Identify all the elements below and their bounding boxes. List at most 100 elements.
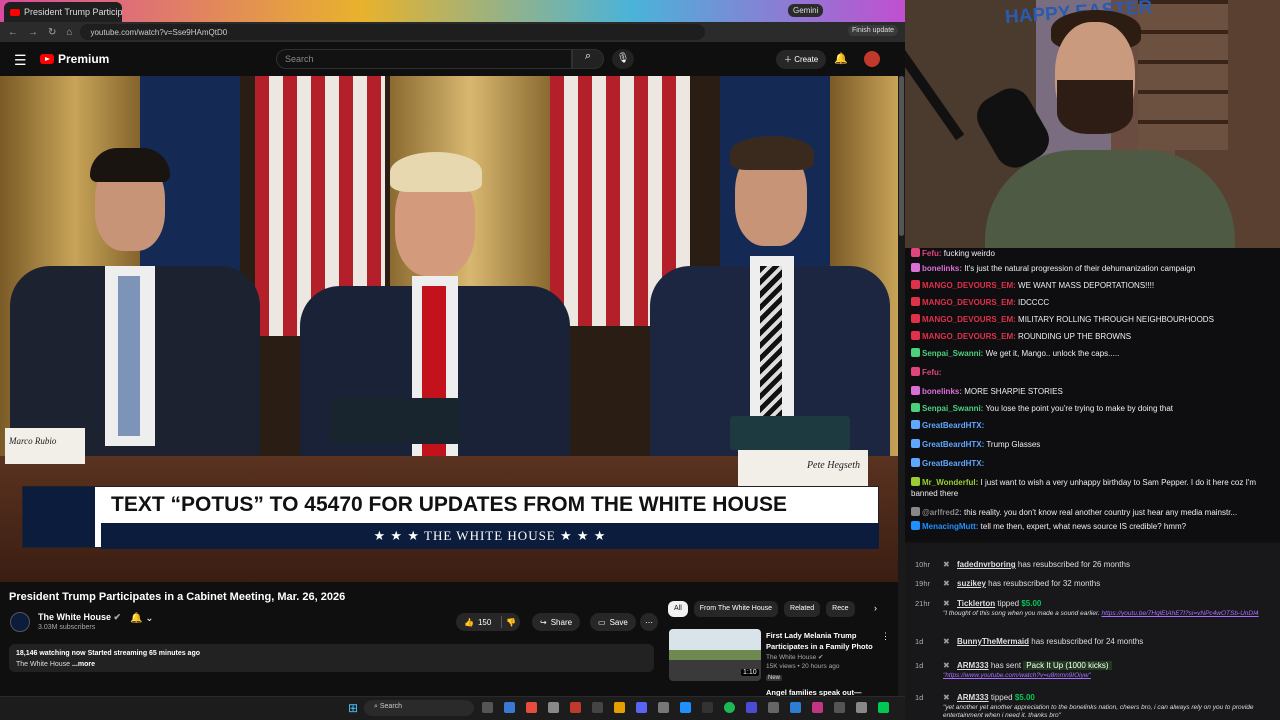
account-avatar[interactable] (864, 51, 880, 67)
chip-related[interactable]: Related (784, 601, 821, 617)
hamburger-menu-icon[interactable]: ☰ (14, 52, 27, 69)
chat-text: IDCCCC (1018, 298, 1050, 307)
chat-username[interactable]: Senpai_Swanni: (922, 404, 983, 413)
event-username[interactable]: Ticklerton (957, 599, 995, 608)
app-icon[interactable] (548, 702, 559, 713)
chat-username[interactable]: MANGO_DEVOURS_EM: (922, 298, 1016, 307)
more-actions-button[interactable]: ⋯ (640, 613, 658, 631)
more-icon: ⋯ (645, 617, 653, 627)
chevron-down-icon: ⌄ (145, 613, 154, 624)
app-icon[interactable] (658, 702, 669, 713)
chat-username[interactable]: Fefu: (922, 368, 942, 377)
event-link[interactable]: https://youtu.be/7HqlEtAhE7I?si=vNPc4wOT… (1102, 610, 1259, 617)
chip-recent[interactable]: Rece (826, 601, 855, 617)
notifications-bell-icon[interactable]: 🔔 (834, 52, 848, 65)
chat-username[interactable]: bonelinks: (922, 264, 962, 273)
chat-message: bonelinks: MORE SHARPIE STORIES (911, 386, 1063, 397)
chat-message: Fefu: fucking weirdo (911, 248, 995, 259)
lower-third-banner: TEXT “POTUS” TO 45470 FOR UPDATES FROM T… (22, 486, 879, 549)
description-box[interactable]: 18,146 watching now Started streaming 65… (9, 644, 654, 672)
scrollbar-thumb[interactable] (899, 76, 904, 236)
obs-icon[interactable] (570, 702, 581, 713)
chat-username[interactable]: GreatBeardHTX: (922, 421, 984, 430)
finish-update-button[interactable]: Finish update (848, 25, 899, 36)
channel-avatar[interactable] (10, 612, 30, 632)
tip-amount: $5.00 (1014, 693, 1035, 702)
chat-username[interactable]: bonelinks: (922, 387, 962, 396)
chat-username[interactable]: GreatBeardHTX: (922, 459, 984, 468)
taskbar-search-label: Search (379, 703, 403, 710)
chat-username[interactable]: @arlfred2: (922, 508, 962, 517)
chat-username[interactable]: GreatBeardHTX: (922, 440, 984, 449)
edge-icon[interactable] (504, 702, 515, 713)
webcam-overlay: HAPPY EASTER (905, 0, 1280, 248)
event-link[interactable]: "https://www.youtube.com/watch?v=u8mmn9I… (943, 672, 1091, 679)
chrome-icon[interactable] (526, 702, 537, 713)
app-icon[interactable] (878, 702, 889, 713)
recommendation-title[interactable]: First Lady Melania Trump Participates in… (766, 630, 881, 652)
task-view-icon[interactable] (482, 702, 493, 713)
create-button[interactable]: ＋ Create (776, 50, 827, 69)
video-duration: 1:10 (741, 669, 759, 676)
gemini-button[interactable]: Gemini (788, 4, 824, 17)
channel-name[interactable]: The White House ✔ (38, 612, 121, 623)
page-scrollbar[interactable] (898, 76, 905, 696)
spotify-icon[interactable] (724, 702, 735, 713)
app-icon[interactable] (834, 702, 845, 713)
reload-icon[interactable]: ↻ (48, 27, 56, 38)
event-username[interactable]: ARM333 (957, 693, 989, 702)
forward-icon[interactable]: → (28, 27, 38, 38)
event-username[interactable]: suzikey (957, 579, 986, 588)
event-text: has resubscribed for 32 months (988, 579, 1101, 588)
url-field[interactable]: youtube.com/watch?v=Sse9HAmQtD0 (80, 24, 705, 40)
app-icon[interactable] (592, 702, 603, 713)
app-icon[interactable] (812, 702, 823, 713)
save-button[interactable]: ▭ Save (590, 613, 636, 631)
chat-badge-icon (911, 420, 920, 429)
microphone-icon[interactable]: 🎙 (612, 49, 634, 69)
recommendation-channel-text: The White House (766, 654, 817, 661)
thumbs-down-icon[interactable]: 👎 (506, 618, 516, 627)
chat-username[interactable]: MANGO_DEVOURS_EM: (922, 332, 1016, 341)
youtube-logo[interactable]: Premium (40, 52, 109, 66)
chevron-right-icon[interactable]: › (874, 603, 877, 613)
chat-username[interactable]: MenacingMutt: (922, 522, 978, 531)
home-icon[interactable]: ⌂ (66, 27, 72, 38)
chip-from-channel[interactable]: From The White House (693, 601, 779, 617)
search-button[interactable]: ⌕ (572, 49, 604, 69)
app-icon[interactable] (702, 702, 713, 713)
event-username[interactable]: BunnyTheMermaid (957, 637, 1029, 646)
recommendation-chips: All From The White House Related Rece (668, 601, 855, 617)
browser-tab[interactable]: President Trump Participat✕ (4, 2, 122, 22)
event-text: tipped (997, 599, 1020, 608)
chat-badge-icon (911, 439, 920, 448)
event-text: tipped (990, 693, 1013, 702)
chat-badge-icon (911, 314, 920, 323)
event-username[interactable]: ARM333 (957, 661, 989, 670)
subscribe-bell-button[interactable]: 🔔 ⌄ (130, 613, 170, 631)
chat-username[interactable]: Senpai_Swanni: (922, 349, 983, 358)
chip-all[interactable]: All (668, 601, 688, 617)
chat-username[interactable]: Mr_Wonderful: (922, 478, 978, 487)
windows-start-icon[interactable]: ⊞ (348, 701, 358, 715)
app-icon[interactable] (790, 702, 801, 713)
discord-icon[interactable] (636, 702, 647, 713)
share-button[interactable]: ↪ Share (532, 613, 581, 631)
chat-username[interactable]: MANGO_DEVOURS_EM: (922, 315, 1016, 324)
show-more-link[interactable]: ...more (72, 661, 95, 668)
folder-icon[interactable] (614, 702, 625, 713)
app-icon[interactable] (746, 702, 757, 713)
taskbar-search[interactable]: ⌕ Search (364, 700, 474, 716)
event-username[interactable]: fadednvrboring (957, 560, 1016, 569)
app-icon[interactable] (768, 702, 779, 713)
back-icon[interactable]: ← (8, 27, 18, 38)
app-icon[interactable] (680, 702, 691, 713)
chat-text: Trump Glasses (986, 440, 1041, 449)
kebab-menu-icon[interactable]: ⋮ (881, 631, 890, 642)
chat-username[interactable]: MANGO_DEVOURS_EM: (922, 281, 1016, 290)
chat-username[interactable]: Fefu: (922, 249, 942, 258)
app-icon[interactable] (856, 702, 867, 713)
search-input[interactable]: Search (276, 49, 572, 69)
like-button[interactable]: 👍 150 👎 (456, 613, 520, 631)
search-icon: ⌕ (584, 50, 592, 62)
